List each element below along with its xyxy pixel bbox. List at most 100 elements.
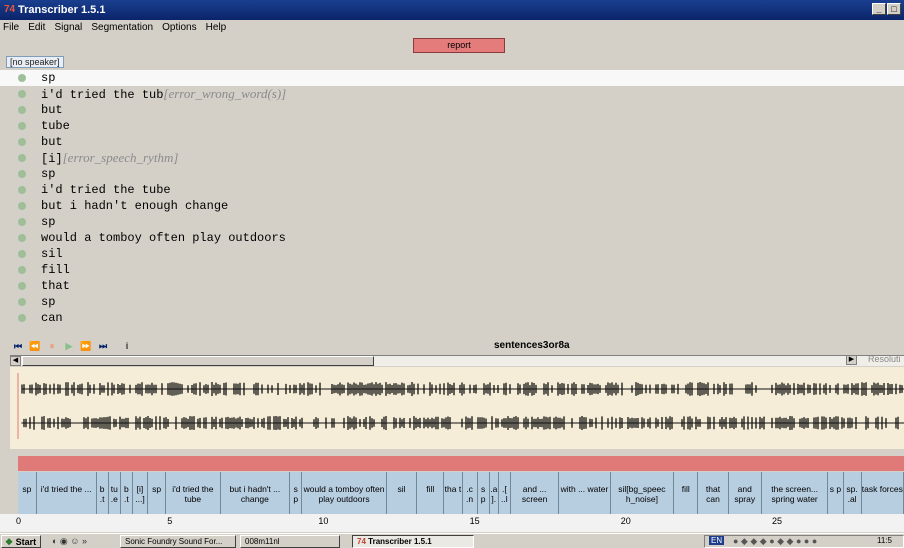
segment[interactable]: .[ ..l: [499, 472, 511, 514]
sync-dot-icon[interactable]: [18, 234, 26, 242]
task-transcriber[interactable]: 74 Transcriber 1.5.1: [352, 535, 474, 548]
sync-dot-icon[interactable]: [18, 298, 26, 306]
segment[interactable]: b .t: [121, 472, 133, 514]
transcript-line[interactable]: i'd tried the tube: [0, 182, 904, 198]
report-button[interactable]: report: [413, 38, 505, 53]
line-words[interactable]: but: [41, 103, 63, 117]
segment[interactable]: sil: [387, 472, 418, 514]
line-text[interactable]: would a tomboy often play outdoors: [41, 230, 286, 246]
sync-dot-icon[interactable]: [18, 218, 26, 226]
speaker-turn-bar[interactable]: [18, 456, 904, 471]
transcript-line[interactable]: sp: [0, 70, 904, 86]
signal-scrollbar[interactable]: ◀: [10, 355, 904, 366]
menu-edit[interactable]: Edit: [25, 20, 48, 35]
speaker-label[interactable]: [no speaker]: [6, 56, 64, 68]
line-text[interactable]: can: [41, 310, 63, 326]
scroll-thumb[interactable]: [22, 356, 374, 366]
segment[interactable]: [i] ...]: [133, 472, 149, 514]
line-text[interactable]: but i hadn't enough change: [41, 198, 228, 214]
menu-options[interactable]: Options: [159, 20, 199, 35]
segment[interactable]: and ... screen: [511, 472, 560, 514]
transcript-line[interactable]: sp: [0, 294, 904, 310]
line-text[interactable]: sp: [41, 294, 55, 310]
segment[interactable]: .a ].: [490, 472, 499, 514]
error-tag[interactable]: [error_wrong_word(s)]: [163, 86, 286, 101]
transcript-line[interactable]: can: [0, 310, 904, 326]
segment[interactable]: sp: [18, 472, 37, 514]
info-icon[interactable]: i: [120, 340, 134, 352]
line-text[interactable]: i'd tried the tub[error_wrong_word(s)]: [41, 86, 286, 103]
sync-dot-icon[interactable]: [18, 74, 26, 82]
transcript-line[interactable]: would a tomboy often play outdoors: [0, 230, 904, 246]
resolution-arrow-icon[interactable]: ▶: [846, 355, 857, 365]
sync-dot-icon[interactable]: [18, 154, 26, 162]
segment[interactable]: fill: [417, 472, 445, 514]
segment[interactable]: s p: [290, 472, 303, 514]
line-words[interactable]: would a tomboy often play outdoors: [41, 231, 286, 245]
transcript-line[interactable]: fill: [0, 262, 904, 278]
line-words[interactable]: that: [41, 279, 70, 293]
sync-dot-icon[interactable]: [18, 138, 26, 146]
line-words[interactable]: sp: [41, 295, 55, 309]
menu-help[interactable]: Help: [203, 20, 230, 35]
pause-icon[interactable]: ⏸: [45, 340, 59, 352]
line-text[interactable]: but: [41, 102, 63, 118]
forward-end-icon[interactable]: ⏭: [96, 340, 110, 352]
forward-icon[interactable]: ⏩: [79, 340, 93, 352]
menu-file[interactable]: File: [0, 20, 22, 35]
language-indicator[interactable]: EN: [709, 536, 725, 545]
line-words[interactable]: tube: [41, 119, 70, 133]
line-words[interactable]: sp: [41, 167, 55, 181]
segment[interactable]: task forces: [862, 472, 904, 514]
segment[interactable]: fill: [674, 472, 699, 514]
sync-dot-icon[interactable]: [18, 266, 26, 274]
transcript-line[interactable]: sil: [0, 246, 904, 262]
task-folder[interactable]: 008m11nl: [240, 535, 340, 548]
segment[interactable]: and spray: [729, 472, 762, 514]
sync-dot-icon[interactable]: [18, 250, 26, 258]
segment[interactable]: that can: [698, 472, 729, 514]
play-icon[interactable]: ▶: [62, 340, 76, 352]
line-words[interactable]: sp: [41, 215, 55, 229]
line-text[interactable]: sp: [41, 166, 55, 182]
transcript-line[interactable]: [i][error_speech_rythm]: [0, 150, 904, 166]
segment[interactable]: s p: [478, 472, 490, 514]
waveform-area[interactable]: [10, 367, 904, 449]
maximize-button[interactable]: □: [887, 3, 901, 15]
line-text[interactable]: fill: [41, 262, 70, 278]
line-text[interactable]: [i][error_speech_rythm]: [41, 150, 178, 167]
segment[interactable]: b .t: [97, 472, 109, 514]
sync-dot-icon[interactable]: [18, 170, 26, 178]
menu-segmentation[interactable]: Segmentation: [88, 20, 156, 35]
line-text[interactable]: i'd tried the tube: [41, 182, 171, 198]
line-words[interactable]: fill: [41, 263, 70, 277]
sync-dot-icon[interactable]: [18, 106, 26, 114]
transcript-line[interactable]: that: [0, 278, 904, 294]
line-words[interactable]: i'd tried the tube: [41, 183, 171, 197]
line-words[interactable]: [i]: [41, 152, 63, 166]
transcript-line[interactable]: but: [0, 134, 904, 150]
segment[interactable]: s p: [828, 472, 844, 514]
segment[interactable]: i'd tried the tube: [166, 472, 221, 514]
sync-dot-icon[interactable]: [18, 282, 26, 290]
line-text[interactable]: sil: [41, 246, 63, 262]
minimize-button[interactable]: _: [872, 3, 886, 15]
sync-dot-icon[interactable]: [18, 202, 26, 210]
scroll-left-icon[interactable]: ◀: [10, 356, 21, 366]
segment[interactable]: the screen... spring water: [762, 472, 829, 514]
sync-dot-icon[interactable]: [18, 90, 26, 98]
line-words[interactable]: can: [41, 311, 63, 325]
sync-dot-icon[interactable]: [18, 186, 26, 194]
menu-signal[interactable]: Signal: [51, 20, 85, 35]
segment[interactable]: but i hadn't ... change: [221, 472, 291, 514]
segment[interactable]: tu .e: [109, 472, 121, 514]
line-words[interactable]: sp: [41, 71, 55, 85]
line-text[interactable]: sp: [41, 214, 55, 230]
segment[interactable]: sil[bg_speec h_noise]: [611, 472, 675, 514]
start-button[interactable]: ❖ Start: [1, 535, 41, 548]
line-words[interactable]: but i hadn't enough change: [41, 199, 228, 213]
transcript-line[interactable]: tube: [0, 118, 904, 134]
transcript-line[interactable]: i'd tried the tub[error_wrong_word(s)]: [0, 86, 904, 102]
sync-dot-icon[interactable]: [18, 122, 26, 130]
line-words[interactable]: but: [41, 135, 63, 149]
